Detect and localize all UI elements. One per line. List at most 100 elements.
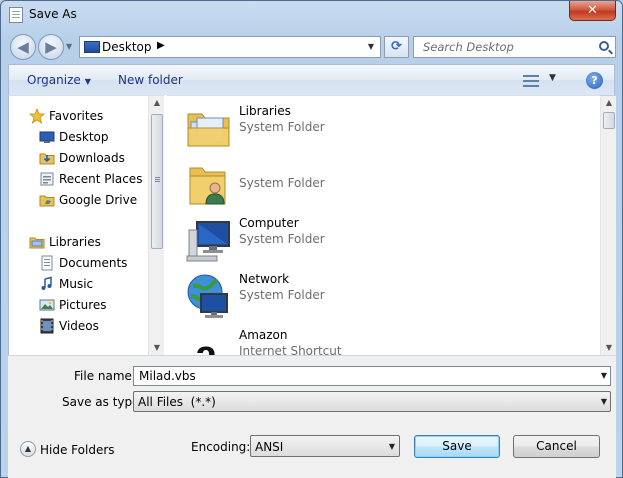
network-icon (187, 274, 228, 318)
libraries-icon (29, 237, 45, 249)
help-icon[interactable]: ? (586, 72, 603, 89)
search-icon[interactable] (599, 41, 609, 51)
file-type: System Folder (239, 288, 325, 302)
list-item[interactable]: Computer System Folder (167, 210, 587, 266)
hide-folders-icon[interactable]: ▲ (20, 441, 36, 457)
sidebar-item-pictures[interactable]: Pictures (9, 295, 149, 315)
sidebar-item-label: Downloads (59, 151, 125, 165)
pictures-icon (39, 299, 55, 311)
sidebar-item-google-drive[interactable]: Google Drive (9, 190, 149, 210)
file-name: Network (239, 272, 290, 286)
file-name-field[interactable]: Milad.vbs ▼ (133, 366, 611, 386)
save-as-type-label: Save as type: (62, 395, 144, 409)
sidebar-item-label: Desktop (59, 130, 109, 144)
cancel-button[interactable]: Cancel (513, 435, 600, 458)
scrollbar-thumb[interactable] (603, 112, 615, 129)
chevron-down-icon: ▼ (84, 77, 91, 86)
list-item[interactable]: System Folder (167, 154, 587, 210)
file-name-label: File name: (74, 369, 136, 383)
save-button[interactable]: Save (414, 435, 500, 458)
address-location[interactable]: Desktop (102, 40, 152, 54)
chevron-down-icon[interactable]: ▼ (601, 371, 607, 380)
hide-folders-button[interactable]: Hide Folders (40, 443, 115, 457)
window-title: Save As (29, 7, 77, 21)
file-list-scrollbar[interactable]: ▲ ▼ (600, 96, 616, 355)
title-bar: Save As ✕ (1, 1, 622, 29)
list-item[interactable]: Network System Folder (167, 266, 587, 322)
documents-icon (41, 255, 53, 271)
libraries-folder-icon (187, 113, 230, 147)
sidebar-item-downloads[interactable]: Downloads (9, 148, 149, 168)
sidebar-item-label: Libraries (49, 235, 101, 249)
computer-icon (186, 221, 230, 262)
file-type: System Folder (239, 120, 325, 134)
sidebar-item-music[interactable]: Music (9, 274, 149, 294)
close-button[interactable]: ✕ (569, 1, 616, 21)
encoding-value: ANSI (255, 440, 284, 454)
navigation-pane-scrollbar[interactable]: ▲ ▼ (148, 96, 164, 355)
sidebar-item-favorites[interactable]: Favorites (9, 106, 139, 126)
change-view-icon[interactable] (523, 74, 539, 88)
command-bar: Organize ▼ New folder ▼ ? (8, 64, 615, 95)
sidebar-item-label: Pictures (59, 298, 107, 312)
svg-text:a: a (195, 333, 218, 355)
scroll-up-icon[interactable]: ▲ (149, 96, 165, 110)
save-as-type-value: All Files (*.*) (138, 395, 216, 409)
sidebar-item-label: Music (59, 277, 94, 291)
sidebar-item-libraries[interactable]: Libraries (9, 232, 139, 252)
save-as-dialog: Save As ✕ ◀ ▶ ▼ Desktop ▶ ▼ ⟳ Organize▼ … (0, 0, 623, 478)
google-drive-icon (39, 195, 55, 207)
back-button[interactable]: ◀ (10, 34, 36, 60)
navigation-pane: Favorites Desktop Downloads Recent Place… (8, 95, 164, 355)
file-type: Internet Shortcut (239, 344, 342, 355)
sidebar-item-label: Videos (59, 319, 99, 333)
scroll-up-icon[interactable]: ▲ (601, 96, 617, 110)
sidebar-item-desktop[interactable]: Desktop (9, 127, 149, 147)
sidebar-item-label: Google Drive (59, 193, 138, 207)
address-dropdown[interactable]: ▼ (362, 37, 380, 57)
videos-icon (40, 318, 54, 334)
chevron-down-icon: ▼ (388, 442, 395, 451)
desktop-icon (84, 41, 100, 53)
scrollbar-thumb[interactable] (151, 114, 163, 249)
notepad-icon (9, 7, 23, 23)
search-box[interactable] (413, 36, 616, 58)
file-type: System Folder (239, 176, 325, 190)
sidebar-item-label: Favorites (49, 109, 104, 123)
encoding-select[interactable]: ANSI ▼ (250, 435, 400, 457)
desktop-icon (39, 131, 55, 143)
sidebar-item-recent-places[interactable]: Recent Places (9, 169, 149, 189)
file-name: Amazon (239, 328, 288, 342)
scroll-down-icon[interactable]: ▼ (601, 341, 617, 355)
breadcrumb-arrow-icon[interactable]: ▶ (157, 40, 165, 51)
file-name-value[interactable]: Milad.vbs (139, 369, 196, 383)
organize-menu[interactable]: Organize ▼ (27, 73, 91, 87)
sidebar-item-documents[interactable]: Documents (9, 253, 149, 273)
list-item[interactable]: a Amazon Internet Shortcut (167, 322, 587, 355)
downloads-icon (39, 153, 55, 165)
sidebar-item-videos[interactable]: Videos (9, 316, 149, 336)
list-item[interactable]: Libraries System Folder (167, 98, 587, 154)
refresh-button[interactable]: ⟳ (384, 36, 409, 58)
search-input[interactable] (414, 37, 594, 57)
new-folder-button[interactable]: New folder (118, 73, 183, 87)
encoding-label: Encoding: (191, 440, 251, 454)
recent-places-icon (40, 172, 54, 186)
star-icon (29, 108, 45, 124)
chevron-down-icon: ▼ (600, 397, 607, 406)
file-name: Computer (239, 216, 299, 230)
view-options-dropdown[interactable]: ▼ (549, 73, 556, 83)
file-type: System Folder (239, 232, 325, 246)
sidebar-item-label: Documents (59, 256, 128, 270)
forward-button[interactable]: ▶ (38, 34, 64, 60)
user-folder-icon (189, 167, 226, 205)
address-bar[interactable]: Desktop ▶ ▼ (79, 36, 381, 58)
organize-label: Organize (27, 73, 81, 87)
amazon-icon: a (195, 333, 218, 355)
file-name: Libraries (239, 104, 291, 118)
music-icon (41, 276, 52, 290)
scroll-down-icon[interactable]: ▼ (149, 341, 165, 355)
file-list: Libraries System Folder System Folder Co… (167, 95, 600, 355)
recent-pages-dropdown[interactable]: ▼ (66, 41, 75, 53)
save-as-type-select[interactable]: All Files (*.*) ▼ (133, 391, 611, 412)
